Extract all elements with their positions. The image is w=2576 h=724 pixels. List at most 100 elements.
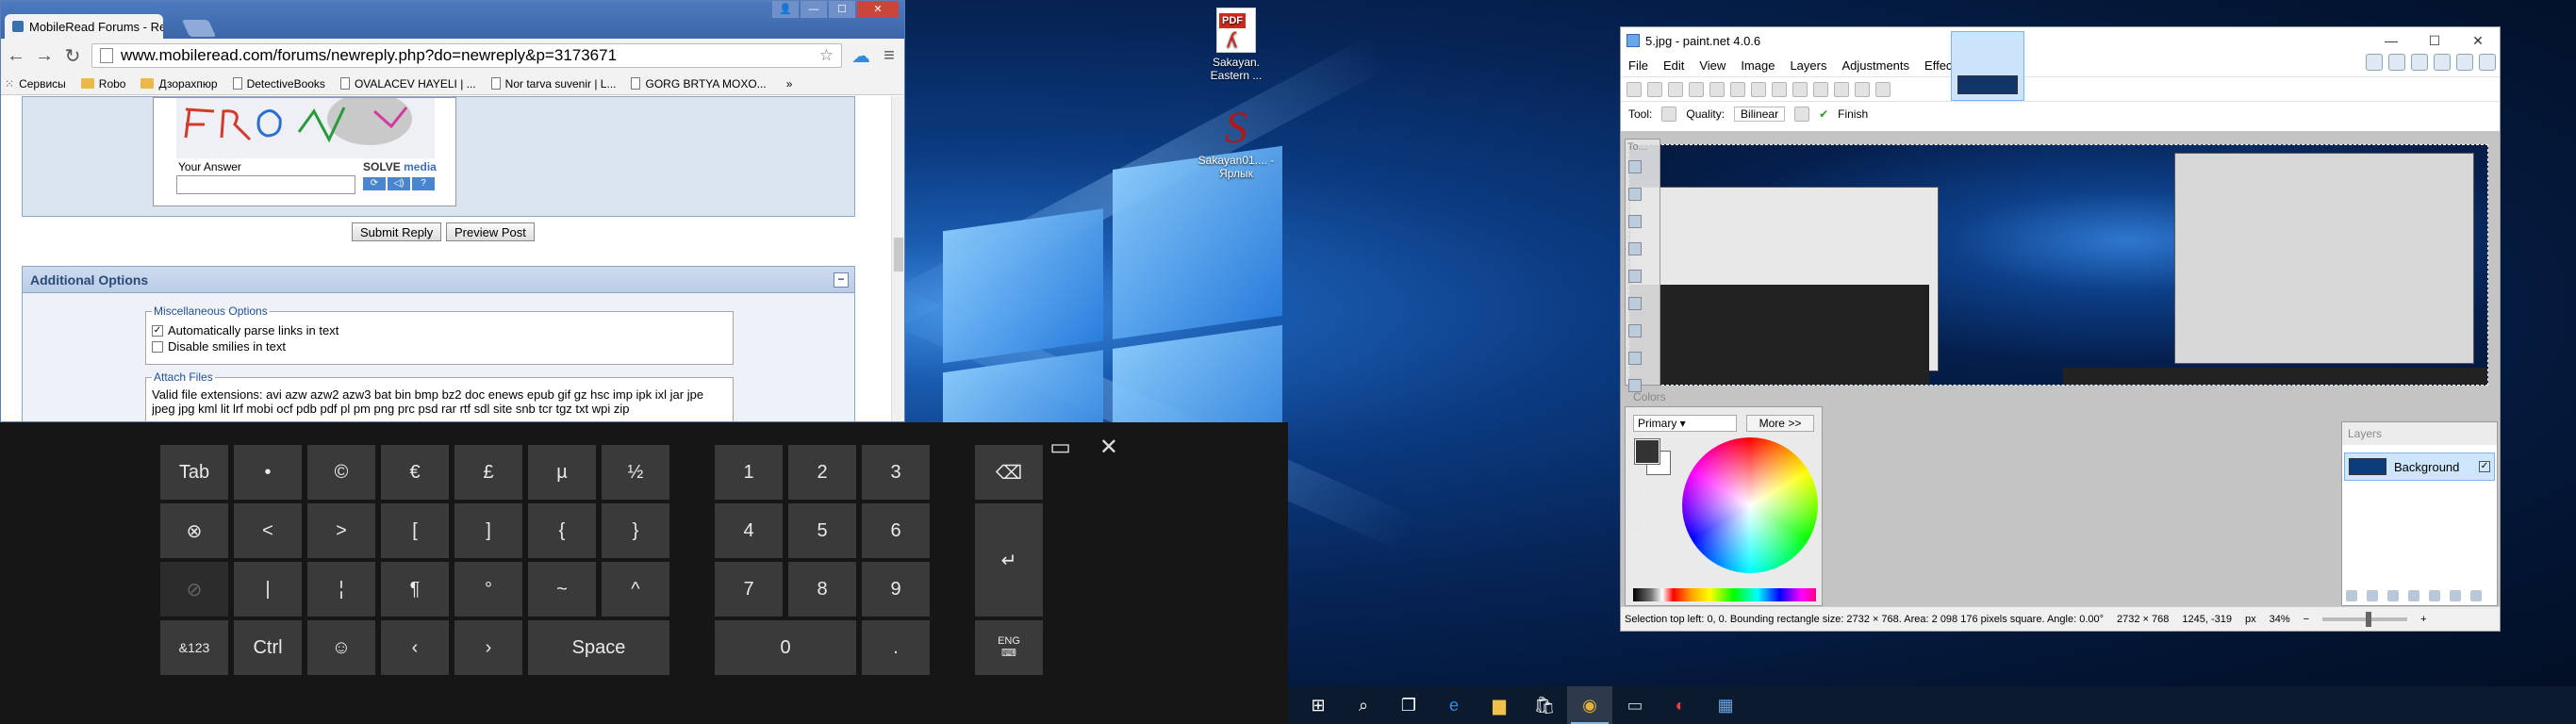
- page-scrollbar[interactable]: [891, 96, 904, 421]
- bookmark-item[interactable]: Nor tarva suvenir | L...: [490, 77, 616, 90]
- key-1-3[interactable]: [: [381, 503, 449, 558]
- key-1-4[interactable]: ]: [454, 503, 522, 558]
- key-1-2[interactable]: >: [307, 503, 375, 558]
- key-1-5[interactable]: {: [528, 503, 596, 558]
- zoom-slider[interactable]: [2322, 611, 2408, 627]
- key-0-0[interactable]: Tab: [160, 445, 228, 500]
- delete-layer-icon[interactable]: [2367, 590, 2378, 601]
- finish-button[interactable]: Finish: [1838, 107, 1868, 121]
- select-rect-tool-icon[interactable]: [1628, 160, 1642, 173]
- preview-post-button[interactable]: Preview Post: [446, 222, 535, 241]
- bookmark-item[interactable]: DetectiveBooks: [232, 77, 325, 90]
- zoom-out-icon[interactable]: −: [2304, 614, 2309, 625]
- merge-layer-icon[interactable]: [2408, 590, 2419, 601]
- start-button[interactable]: ⊞: [1296, 686, 1341, 724]
- search-button[interactable]: ⌕: [1341, 686, 1386, 724]
- numpad-key-1[interactable]: 1: [715, 445, 783, 500]
- tools-toggle-icon[interactable]: [2366, 54, 2383, 71]
- zoom-tool-icon[interactable]: [1628, 242, 1642, 255]
- menu-file[interactable]: File: [1628, 58, 1648, 73]
- bookmark-item[interactable]: ⁙ Сервисы: [5, 77, 66, 90]
- image-thumbnail-strip[interactable]: [1951, 31, 2024, 101]
- numpad-key-8[interactable]: 8: [788, 562, 856, 617]
- layer-visibility-checkbox[interactable]: ✓: [2479, 461, 2490, 472]
- chrome-icon[interactable]: ◉: [1567, 686, 1612, 724]
- key-0-3[interactable]: €: [381, 445, 449, 500]
- collapse-button[interactable]: −: [834, 272, 849, 288]
- window-icon[interactable]: ▭: [1612, 686, 1658, 724]
- undo-icon[interactable]: [1813, 81, 1828, 97]
- layers-toggle-icon[interactable]: [2411, 54, 2428, 71]
- paste-icon[interactable]: [1751, 81, 1766, 97]
- menu-icon[interactable]: ≡: [880, 45, 899, 67]
- more-colors-button[interactable]: More >>: [1746, 415, 1814, 432]
- numpad-key-4[interactable]: 4: [715, 503, 783, 558]
- duplicate-layer-icon[interactable]: [2387, 590, 2399, 601]
- captcha-refresh-icon[interactable]: ⟳: [363, 177, 386, 190]
- key-2-3[interactable]: ¶: [381, 562, 449, 617]
- key-0-4[interactable]: £: [454, 445, 522, 500]
- menu-image[interactable]: Image: [1741, 58, 1775, 73]
- open-icon[interactable]: [1647, 81, 1662, 97]
- new-tab-button[interactable]: [181, 20, 217, 37]
- key-3-5[interactable]: Space: [528, 620, 669, 675]
- add-layer-icon[interactable]: [2346, 590, 2357, 601]
- file-explorer-icon[interactable]: ▆: [1477, 686, 1522, 724]
- layer-properties-icon[interactable]: [2470, 590, 2482, 601]
- help-icon[interactable]: [2479, 54, 2496, 71]
- numpad-key-2[interactable]: 2: [788, 445, 856, 500]
- quality-select[interactable]: Bilinear: [1734, 106, 1786, 122]
- layer-item[interactable]: Background ✓: [2344, 452, 2495, 481]
- key-3-4[interactable]: ›: [454, 620, 522, 675]
- star-icon[interactable]: ☆: [819, 46, 834, 65]
- blend-mode-icon[interactable]: [1794, 106, 1810, 122]
- key-3-2[interactable]: ☺: [307, 620, 375, 675]
- key-1-6[interactable]: }: [602, 503, 669, 558]
- cloud-extension-icon[interactable]: ☁: [851, 44, 870, 68]
- store-icon[interactable]: 🛍: [1522, 686, 1567, 724]
- save-icon[interactable]: [1668, 81, 1683, 97]
- key-2-0[interactable]: ⊘: [160, 562, 228, 617]
- rulers-icon[interactable]: [1875, 81, 1891, 97]
- close-button[interactable]: ✕: [857, 1, 899, 18]
- parse-links-checkbox[interactable]: ✓: [152, 324, 163, 337]
- menu-adjustments[interactable]: Adjustments: [1841, 58, 1909, 73]
- new-icon[interactable]: [1627, 81, 1642, 97]
- bookmark-item[interactable]: OVALACEV HAYELI | ...: [339, 77, 476, 90]
- edge-icon[interactable]: e: [1431, 686, 1477, 724]
- color-palette[interactable]: [1633, 588, 1816, 601]
- bookmark-item[interactable]: Robo: [80, 77, 125, 90]
- browser-tab[interactable]: MobileRead Forums - Rep: [5, 14, 163, 39]
- pan-tool-icon[interactable]: [1628, 297, 1642, 310]
- key-2-2[interactable]: ¦: [307, 562, 375, 617]
- key-2-6[interactable]: ^: [602, 562, 669, 617]
- grid-icon[interactable]: [1855, 81, 1870, 97]
- scrollbar-thumb[interactable]: [894, 238, 903, 272]
- minimize-button[interactable]: —: [801, 1, 827, 18]
- captcha-audio-icon[interactable]: ◁): [388, 177, 410, 190]
- zoom-in-icon[interactable]: +: [2420, 614, 2426, 625]
- image-thumbnail[interactable]: [1957, 75, 2018, 94]
- key-3-3[interactable]: ‹: [381, 620, 449, 675]
- desktop-icon-shortcut[interactable]: S Sakayan01.... - Ярлык: [1194, 106, 1279, 181]
- bookmark-item[interactable]: »: [782, 77, 793, 90]
- language-key[interactable]: ENG ⌨: [975, 620, 1043, 675]
- deselect-icon[interactable]: [1792, 81, 1808, 97]
- numpad-key-0[interactable]: 0: [715, 620, 856, 675]
- key-0-1[interactable]: •: [234, 445, 302, 500]
- captcha-answer-input[interactable]: [176, 175, 355, 194]
- forward-icon[interactable]: →: [35, 45, 54, 67]
- key-2-4[interactable]: °: [454, 562, 522, 617]
- close-button[interactable]: ✕: [2456, 27, 2500, 54]
- ellipse-select-tool-icon[interactable]: [1628, 270, 1642, 283]
- numpad-key-9[interactable]: 9: [862, 562, 930, 617]
- maximize-button[interactable]: ☐: [2413, 27, 2456, 54]
- key-3-0[interactable]: &123: [160, 620, 228, 675]
- back-icon[interactable]: ←: [7, 45, 25, 67]
- maximize-button[interactable]: ☐: [829, 1, 855, 18]
- key-0-2[interactable]: ©: [307, 445, 375, 500]
- media-icon[interactable]: ◐: [1658, 686, 1703, 724]
- zoom-level[interactable]: 34%: [2270, 614, 2290, 625]
- history-toggle-icon[interactable]: [2388, 54, 2405, 71]
- move-tool-icon[interactable]: [1628, 188, 1642, 201]
